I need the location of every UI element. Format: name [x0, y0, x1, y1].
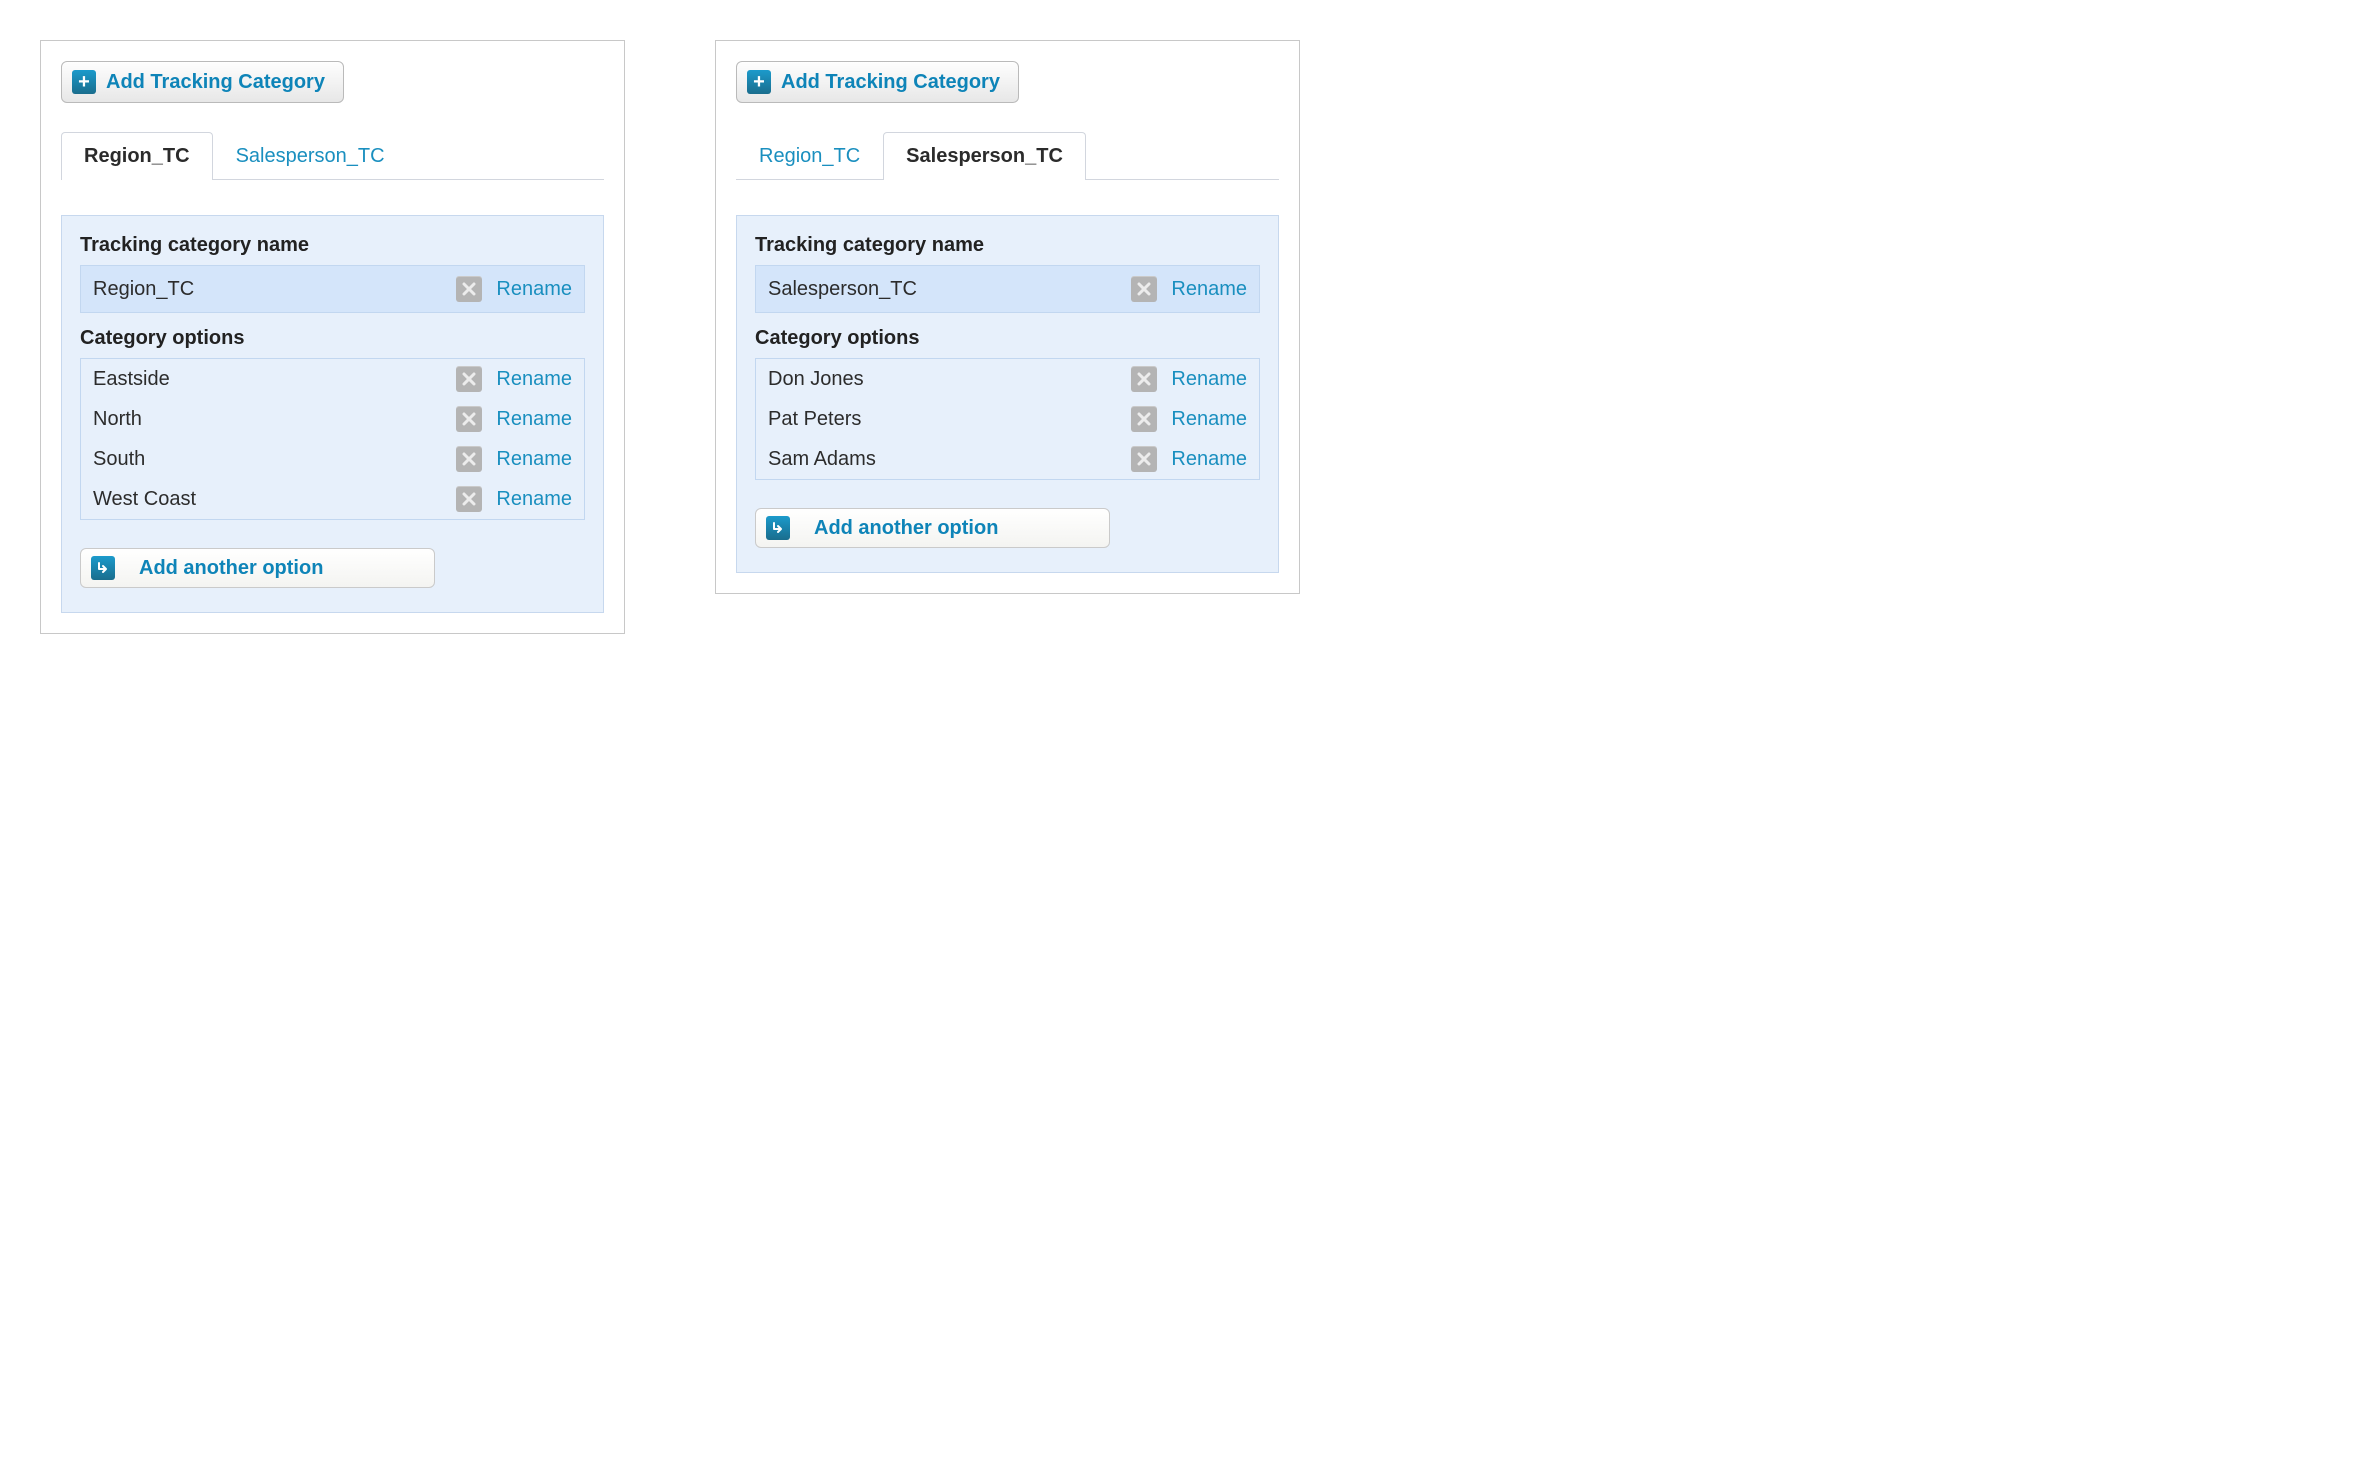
- category-options-label: Category options: [755, 327, 1260, 350]
- plus-icon: +: [747, 70, 771, 94]
- rename-option-link[interactable]: Rename: [496, 488, 572, 511]
- rename-option-link[interactable]: Rename: [1171, 448, 1247, 471]
- tracking-category-panel: + Add Tracking Category Region_TC Salesp…: [40, 40, 625, 634]
- add-tracking-category-button[interactable]: + Add Tracking Category: [61, 61, 344, 103]
- tracking-category-name-value: Region_TC: [93, 278, 442, 301]
- close-icon: [462, 492, 476, 506]
- add-tracking-category-label: Add Tracking Category: [106, 71, 325, 94]
- arrow-return-icon: [91, 556, 115, 580]
- delete-category-button[interactable]: [1131, 276, 1157, 302]
- delete-option-button[interactable]: [1131, 366, 1157, 392]
- add-tracking-category-button[interactable]: + Add Tracking Category: [736, 61, 1019, 103]
- rename-option-link[interactable]: Rename: [1171, 408, 1247, 431]
- delete-option-button[interactable]: [1131, 446, 1157, 472]
- arrow-return-icon: [766, 516, 790, 540]
- delete-option-button[interactable]: [456, 486, 482, 512]
- tab-region[interactable]: Region_TC: [736, 132, 883, 180]
- close-icon: [462, 452, 476, 466]
- tracking-category-body: Tracking category name Salesperson_TC Re…: [736, 215, 1279, 573]
- tracking-category-panel: + Add Tracking Category Region_TC Salesp…: [715, 40, 1300, 594]
- delete-category-button[interactable]: [456, 276, 482, 302]
- option-text: North: [93, 408, 442, 431]
- close-icon: [1137, 452, 1151, 466]
- rename-option-link[interactable]: Rename: [1171, 368, 1247, 391]
- tracking-category-name-label: Tracking category name: [755, 234, 1260, 257]
- option-text: Don Jones: [768, 368, 1117, 391]
- option-row: North Rename: [81, 399, 584, 439]
- delete-option-button[interactable]: [1131, 406, 1157, 432]
- category-options-box: Eastside Rename North Rename South Renam…: [80, 358, 585, 520]
- category-options-box: Don Jones Rename Pat Peters Rename Sam A…: [755, 358, 1260, 480]
- rename-category-link[interactable]: Rename: [1171, 278, 1247, 301]
- close-icon: [1137, 282, 1151, 296]
- option-text: South: [93, 448, 442, 471]
- rename-option-link[interactable]: Rename: [496, 408, 572, 431]
- option-text: Pat Peters: [768, 408, 1117, 431]
- option-row: Pat Peters Rename: [756, 399, 1259, 439]
- close-icon: [462, 412, 476, 426]
- rename-category-link[interactable]: Rename: [496, 278, 572, 301]
- close-icon: [1137, 372, 1151, 386]
- plus-icon: +: [72, 70, 96, 94]
- tracking-category-body: Tracking category name Region_TC Rename …: [61, 215, 604, 613]
- option-row: West Coast Rename: [81, 479, 584, 519]
- tracking-category-name-row: Region_TC Rename: [80, 265, 585, 313]
- add-another-option-button[interactable]: Add another option: [755, 508, 1110, 548]
- option-row: Sam Adams Rename: [756, 439, 1259, 479]
- rename-option-link[interactable]: Rename: [496, 448, 572, 471]
- option-row: Eastside Rename: [81, 359, 584, 399]
- add-another-option-button[interactable]: Add another option: [80, 548, 435, 588]
- option-row: Don Jones Rename: [756, 359, 1259, 399]
- add-another-option-label: Add another option: [814, 517, 998, 540]
- tracking-category-name-row: Salesperson_TC Rename: [755, 265, 1260, 313]
- tab-salesperson[interactable]: Salesperson_TC: [213, 132, 408, 180]
- tab-region[interactable]: Region_TC: [61, 132, 213, 180]
- category-options-label: Category options: [80, 327, 585, 350]
- tab-bar: Region_TC Salesperson_TC: [736, 131, 1279, 180]
- add-tracking-category-label: Add Tracking Category: [781, 71, 1000, 94]
- rename-option-link[interactable]: Rename: [496, 368, 572, 391]
- tab-salesperson[interactable]: Salesperson_TC: [883, 132, 1086, 180]
- close-icon: [1137, 412, 1151, 426]
- option-text: Eastside: [93, 368, 442, 391]
- delete-option-button[interactable]: [456, 446, 482, 472]
- delete-option-button[interactable]: [456, 366, 482, 392]
- tracking-category-name-value: Salesperson_TC: [768, 278, 1117, 301]
- tracking-category-name-label: Tracking category name: [80, 234, 585, 257]
- tab-bar: Region_TC Salesperson_TC: [61, 131, 604, 180]
- option-text: West Coast: [93, 488, 442, 511]
- option-text: Sam Adams: [768, 448, 1117, 471]
- close-icon: [462, 282, 476, 296]
- delete-option-button[interactable]: [456, 406, 482, 432]
- close-icon: [462, 372, 476, 386]
- option-row: South Rename: [81, 439, 584, 479]
- add-another-option-label: Add another option: [139, 557, 323, 580]
